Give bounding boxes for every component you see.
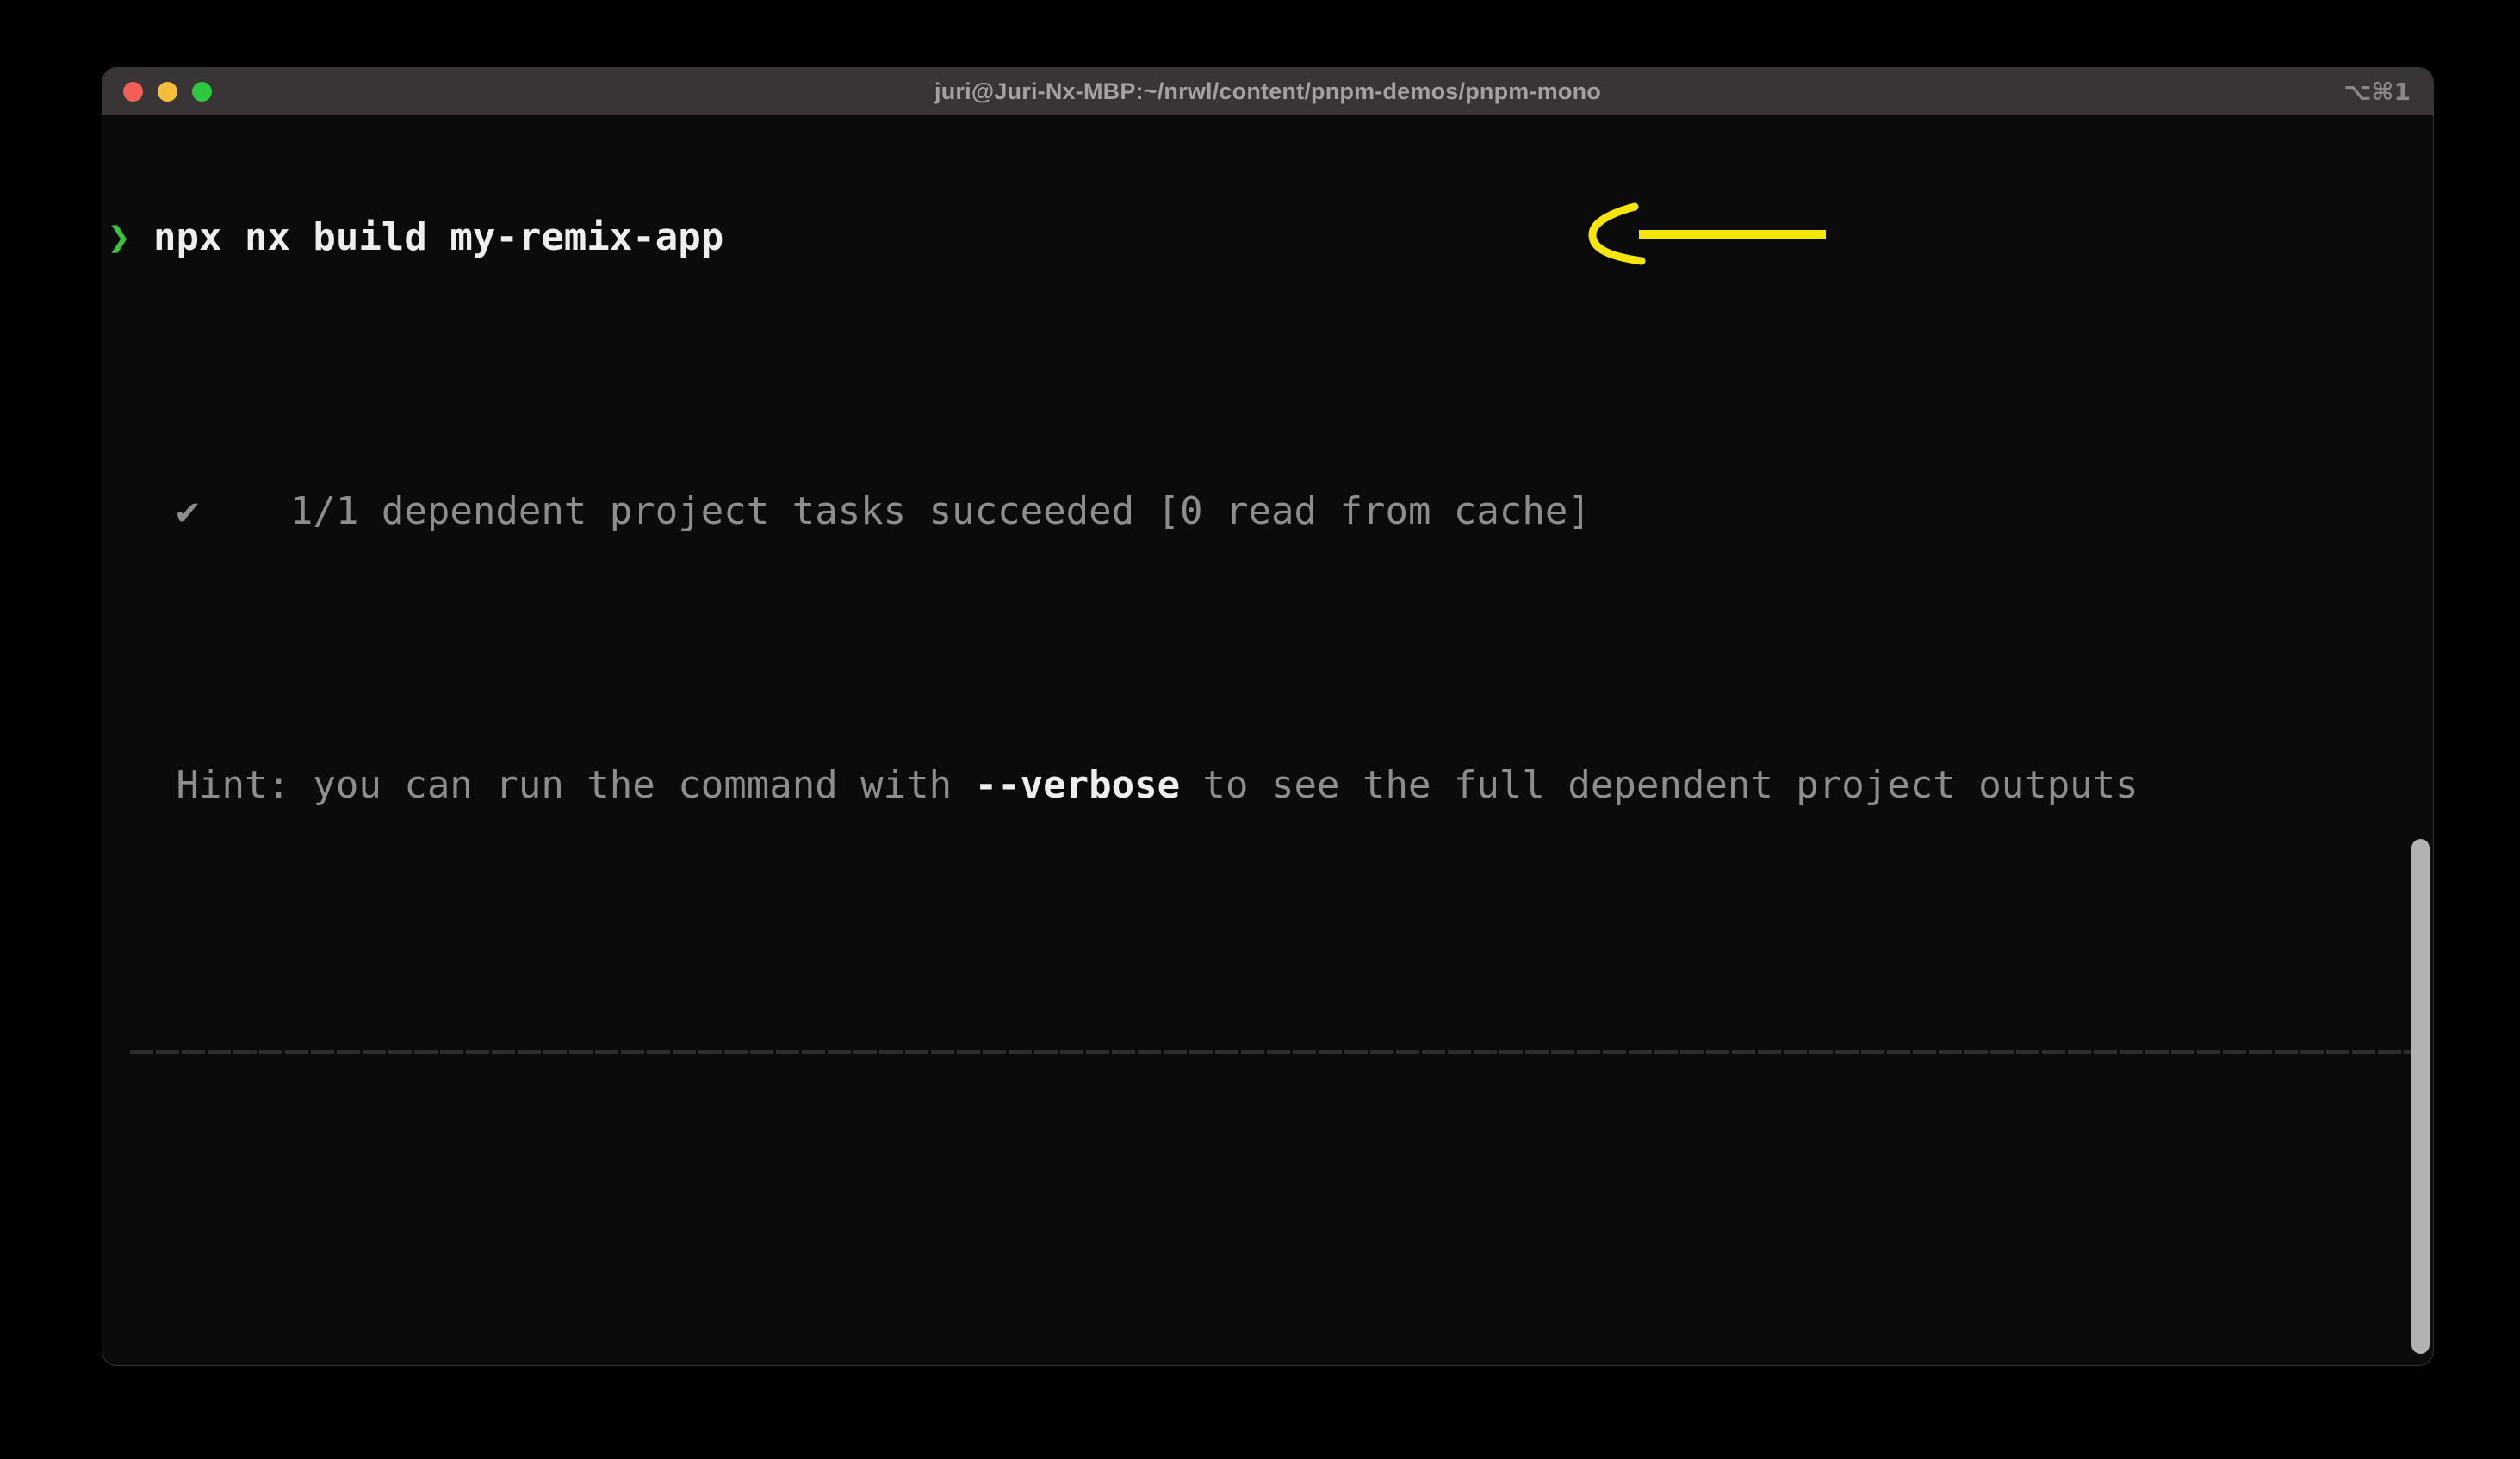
window-titlebar[interactable]: juri@Juri-Nx-MBP:~/nrwl/content/pnpm-dem… [102,68,2433,116]
prompt-chevron-icon: ❯ [108,215,153,259]
keyboard-shortcut-hint: ⌥⌘1 [2343,68,2411,115]
separator-gray [108,1036,2433,1082]
traffic-lights [123,68,212,115]
close-button[interactable] [123,82,143,102]
scrollbar-thumb[interactable] [2411,839,2430,1354]
desktop-background: juri@Juri-Nx-MBP:~/nrwl/content/pnpm-dem… [0,0,2520,1459]
verbose-flag: --verbose [975,763,1180,807]
window-title: juri@Juri-Nx-MBP:~/nrwl/content/pnpm-dem… [934,78,1601,105]
command-line: ❯ npx nx build my-remix-app [108,214,2433,260]
dep-tasks-status-line: ✔ 1/1 dependent project tasks succeeded … [108,488,2433,534]
minimize-button[interactable] [158,82,177,102]
typed-command: npx nx build my-remix-app [153,215,723,259]
zoom-button[interactable] [192,82,212,102]
terminal-output-area[interactable]: ❯ npx nx build my-remix-app ✔ 1/1 depend… [102,115,2433,1365]
terminal-window: juri@Juri-Nx-MBP:~/nrwl/content/pnpm-dem… [102,67,2434,1366]
dep-tasks-status-text: ✔ 1/1 dependent project tasks succeeded … [108,489,1591,533]
hint-line: Hint: you can run the command with --ver… [108,762,2433,808]
